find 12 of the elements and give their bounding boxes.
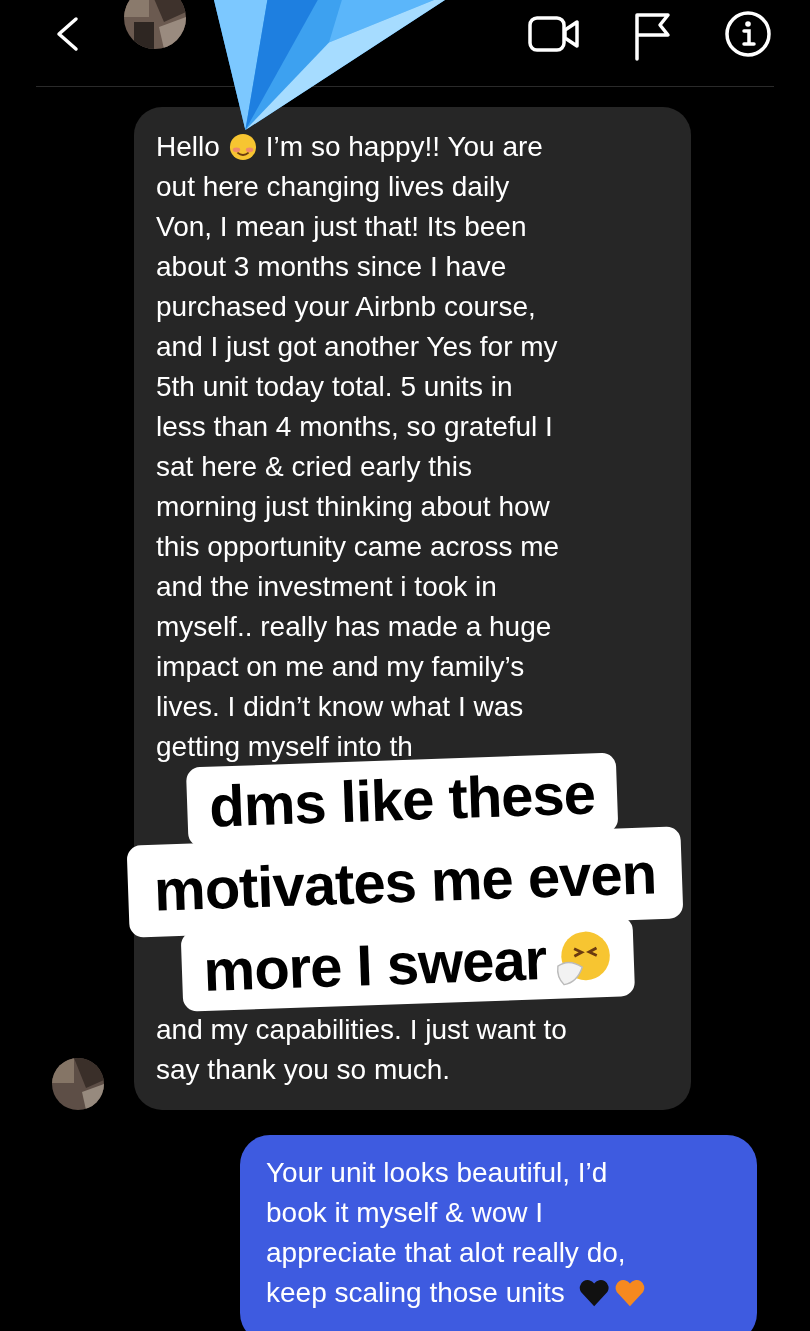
- caption-text: motivates me even: [152, 839, 658, 925]
- message-text: keep scaling those units: [266, 1276, 565, 1310]
- message-text: and my capabilities. I just want to say thank you so much.: [156, 1013, 568, 1087]
- video-call-icon[interactable]: [528, 14, 580, 54]
- caption-text: more I swear: [202, 925, 548, 1006]
- message-text: I’m so happy!! You are: [265, 130, 543, 164]
- back-icon[interactable]: [54, 16, 80, 52]
- message-text: out here changing lives daily Von, I mean just that! Its been about 3 months since I have purchased your Airbnb course, and I just got another Yes for my 5th unit today total. 5 units in less than 4 months, so grateful I sat here & cried early this morning just thinking about how this opportunity came across me and the investment i took in myself.. really has made a huge impact on me and my family’s lives. I didn’t know what I was getting myself into th: [156, 170, 561, 764]
- flag-icon[interactable]: [632, 11, 672, 61]
- info-icon[interactable]: [724, 10, 772, 58]
- smiling-emoji-icon: [228, 133, 257, 161]
- message-text: Hello: [156, 130, 220, 164]
